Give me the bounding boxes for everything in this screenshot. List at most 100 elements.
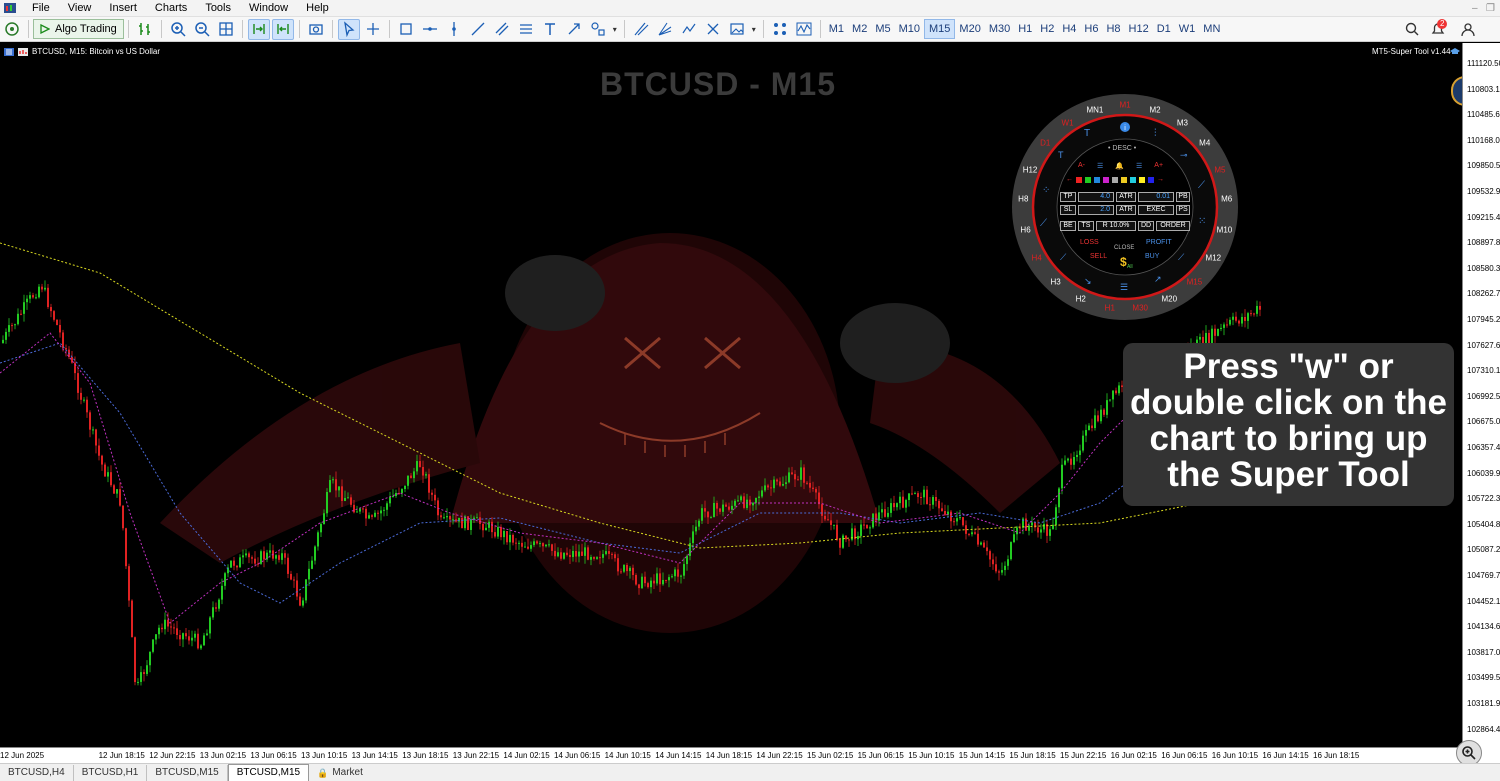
vertical-line-icon[interactable]	[443, 19, 465, 40]
cursor-icon[interactable]	[337, 18, 360, 40]
timeframe-w1[interactable]: W1	[1175, 19, 1200, 39]
close-loss-button[interactable]: LOSS	[1080, 239, 1099, 246]
color-swatch-magenta[interactable]	[1103, 176, 1109, 183]
menu-charts[interactable]: Charts	[146, 0, 196, 17]
dial-timeframe-m1[interactable]: M1	[1119, 101, 1130, 110]
zoom-out-icon[interactable]	[191, 19, 213, 40]
dial-timeframe-h4[interactable]: H4	[1032, 254, 1042, 263]
gann-icon[interactable]	[654, 19, 676, 40]
trend-tool-icon[interactable]: ⟋	[1060, 252, 1066, 263]
color-swatch-cyan[interactable]	[1130, 176, 1136, 183]
fibonacci-icon[interactable]	[515, 19, 537, 40]
menu-tools[interactable]: Tools	[196, 0, 240, 17]
dial-timeframe-m20[interactable]: M20	[1161, 294, 1177, 303]
arrow-down-tool-icon[interactable]: ↘	[1084, 276, 1092, 287]
rectangle-icon[interactable]	[395, 19, 417, 40]
dial-timeframe-m4[interactable]: M4	[1199, 139, 1210, 148]
tab-btcusd-h4[interactable]: BTCUSD,H4	[0, 765, 74, 781]
dial-timeframe-d1[interactable]: D1	[1040, 139, 1050, 148]
timeframe-m1[interactable]: M1	[825, 19, 848, 39]
arrow-right-icon[interactable]: →	[1157, 176, 1164, 183]
dial-timeframe-h12[interactable]: H12	[1023, 165, 1038, 174]
chart-shift-icon[interactable]	[271, 18, 294, 40]
tab-btcusd-m15-active[interactable]: BTCUSD,M15	[227, 764, 310, 781]
one-click-trading-icon[interactable]	[18, 47, 28, 56]
timeframe-h2[interactable]: H2	[1036, 19, 1058, 39]
grid-icon[interactable]	[215, 19, 237, 40]
tp-button[interactable]: TP	[1060, 192, 1076, 202]
risk-field[interactable]: R 10.0%	[1096, 221, 1136, 231]
hline-tool-icon[interactable]: ⊸	[1180, 150, 1188, 161]
sl-atr-button[interactable]: ATR	[1116, 205, 1136, 215]
restore-icon[interactable]: ❐	[1486, 0, 1495, 17]
color-swatch-navy[interactable]	[1148, 176, 1154, 183]
dd-button[interactable]: DD	[1138, 221, 1154, 231]
arrow-left-icon[interactable]: ←	[1066, 176, 1073, 183]
sl-value-field[interactable]: 2.0	[1078, 205, 1114, 215]
order-button[interactable]: ORDER	[1156, 221, 1190, 231]
color-swatch-gray[interactable]	[1112, 176, 1118, 183]
dial-timeframe-m15[interactable]: M15	[1187, 277, 1203, 286]
vertical-line-tool-icon[interactable]: ⫶	[1154, 128, 1157, 139]
ts-button[interactable]: TS	[1078, 221, 1094, 231]
lines-icon[interactable]: ☰	[1136, 162, 1142, 170]
dial-timeframe-m30[interactable]: M30	[1132, 303, 1148, 312]
tab-btcusd-m15[interactable]: BTCUSD,M15	[147, 765, 228, 781]
timeframe-h12[interactable]: H12	[1125, 19, 1153, 39]
dial-timeframe-m6[interactable]: M6	[1221, 195, 1232, 204]
algo-trading-button[interactable]: Algo Trading	[33, 19, 124, 39]
right-slot-icon[interactable]: ⟋	[1198, 180, 1205, 191]
dial-timeframe-mn1[interactable]: MN1	[1086, 105, 1103, 114]
label-tool-icon[interactable]: T	[1058, 150, 1064, 160]
dial-timeframe-m5[interactable]: M5	[1214, 165, 1225, 174]
left-slot-icon[interactable]: ⟋	[1040, 218, 1047, 229]
pb-button[interactable]: PB	[1176, 192, 1190, 202]
be-button[interactable]: BE	[1060, 221, 1076, 231]
sl-button[interactable]: SL	[1060, 205, 1076, 215]
time-axis[interactable]: 12 Jun 2025 12 Jun 18:15 12 Jun 22:15 13 Ju…	[0, 747, 1462, 763]
horizontal-line-icon[interactable]	[419, 19, 441, 40]
text-tool-icon[interactable]: T	[1084, 128, 1090, 139]
timeframe-h8[interactable]: H8	[1102, 19, 1124, 39]
color-swatch-green[interactable]	[1085, 176, 1091, 183]
close-buy-button[interactable]: BUY	[1145, 253, 1159, 260]
dial-timeframe-m10[interactable]: M10	[1217, 225, 1233, 234]
price-axis[interactable]: 111120.50 110803.18 110485.63 110168.00 1098…	[1462, 43, 1500, 763]
dial-timeframe-m3[interactable]: M3	[1177, 118, 1188, 127]
timeframe-mn[interactable]: MN	[1199, 19, 1224, 39]
dial-timeframe-h2[interactable]: H2	[1076, 294, 1086, 303]
shapes-icon[interactable]	[587, 19, 609, 40]
super-tool-dial[interactable]: i MN1 M1 M2 M3 M4 M5 M6 M10 M12 M15 M20 M30 H1 H2 H3 H4…	[1010, 92, 1240, 322]
left-slot-icon[interactable]: ⁘	[1042, 185, 1050, 196]
oscillator-icon[interactable]	[793, 19, 815, 40]
dial-timeframe-h1[interactable]: H1	[1105, 303, 1115, 312]
color-swatch-orange[interactable]	[1121, 176, 1127, 183]
autoscroll-icon[interactable]	[247, 18, 270, 40]
chevron-down-icon[interactable]: ▾	[750, 19, 758, 40]
dollar-icon[interactable]: $	[1120, 255, 1127, 269]
indicators-icon[interactable]	[769, 19, 791, 40]
text-icon[interactable]	[539, 19, 561, 40]
timeframe-h4[interactable]: H4	[1058, 19, 1080, 39]
color-swatch-red[interactable]	[1076, 176, 1082, 183]
timeframe-m30[interactable]: M30	[985, 19, 1014, 39]
dial-timeframe-w1[interactable]: W1	[1062, 118, 1074, 127]
close-all-button[interactable]: All	[1127, 264, 1133, 270]
chart-list-icon[interactable]	[4, 47, 14, 56]
image-icon[interactable]	[726, 19, 748, 40]
exec-button[interactable]: EXEC	[1138, 205, 1174, 215]
bar-chart-icon[interactable]	[134, 19, 156, 40]
timeframe-m20[interactable]: M20	[955, 19, 984, 39]
tab-btcusd-h1[interactable]: BTCUSD,H1	[74, 765, 148, 781]
screenshot-icon[interactable]	[305, 19, 327, 40]
dial-timeframe-h3[interactable]: H3	[1050, 277, 1060, 286]
remove-objects-icon[interactable]	[702, 19, 724, 40]
elliott-icon[interactable]	[678, 19, 700, 40]
timeframe-m15[interactable]: M15	[924, 19, 956, 39]
ps-button[interactable]: PS	[1176, 205, 1190, 215]
timeframe-m5[interactable]: M5	[871, 19, 894, 39]
color-swatch-yellow[interactable]	[1139, 176, 1145, 183]
channel-tool-icon[interactable]: ⟋	[1178, 252, 1184, 263]
menu-help[interactable]: Help	[297, 0, 338, 17]
font-decrease-icon[interactable]: A-	[1078, 162, 1085, 170]
